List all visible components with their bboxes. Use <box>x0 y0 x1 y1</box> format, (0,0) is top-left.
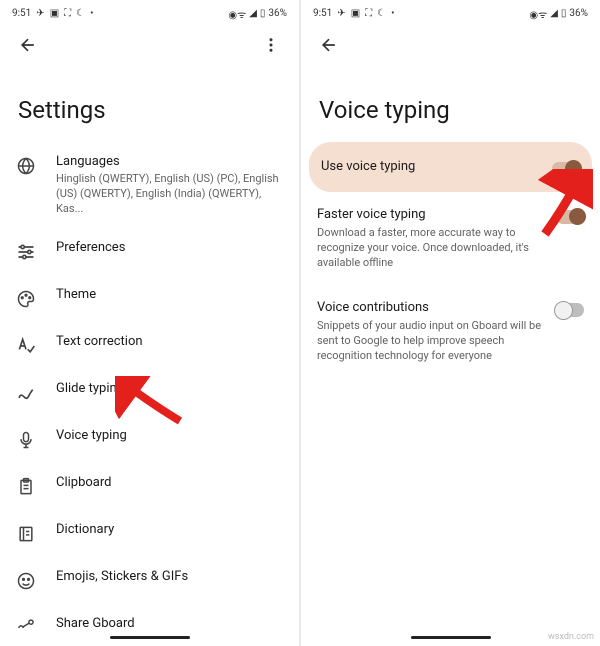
setting-title: Emojis, Stickers & GIFs <box>56 568 285 586</box>
battery-icon: ▯ <box>260 8 266 19</box>
wifi-icon: ◉ᯤ <box>228 7 246 21</box>
watermark: wsxdn.com <box>548 632 594 642</box>
setting-title: Glide typing <box>56 380 285 398</box>
nav-pill[interactable] <box>411 636 491 639</box>
setting-title: Dictionary <box>56 521 285 539</box>
gesture-icon <box>14 381 38 405</box>
settings-list: Languages Hinglish (QWERTY), English (US… <box>0 142 299 628</box>
telegram-icon: ✈ <box>337 8 345 19</box>
setting-title: Voice typing <box>56 427 285 445</box>
palette-icon <box>14 287 38 311</box>
status-app-icon2: ⛶ <box>64 8 71 19</box>
vt-sub: Download a faster, more accurate way to … <box>317 226 546 271</box>
status-bar: 9:51 ✈ ▣ ⛶ ☾ • ◉ᯤ ◢ ▯ 36% <box>0 0 299 22</box>
status-app-icon: ▣ <box>50 8 59 19</box>
setting-glide-typing[interactable]: Glide typing <box>0 369 299 416</box>
left-screen: 9:51 ✈ ▣ ⛶ ☾ • ◉ᯤ ◢ ▯ 36% Settings Langu… <box>0 0 299 646</box>
battery-text: 36% <box>569 8 588 19</box>
setting-dictionary[interactable]: Dictionary <box>0 510 299 557</box>
status-time: 9:51 <box>12 8 31 19</box>
battery-icon: ▯ <box>561 8 567 19</box>
vt-sub: Snippets of your audio input on Gboard w… <box>317 319 546 364</box>
dictionary-icon <box>14 522 38 546</box>
setting-title: Languages <box>56 153 285 171</box>
setting-faster-voice-typing[interactable]: Faster voice typing Download a faster, m… <box>301 192 600 285</box>
page-title: Settings <box>0 68 299 142</box>
tune-icon <box>14 240 38 264</box>
setting-clipboard[interactable]: Clipboard <box>0 463 299 510</box>
nav-pill[interactable] <box>110 636 190 639</box>
vt-title: Faster voice typing <box>317 206 546 224</box>
status-time: 9:51 <box>313 8 332 19</box>
moon-icon: ☾ <box>377 8 386 19</box>
arrow-back-icon <box>319 35 339 55</box>
status-app-icon: ▣ <box>351 8 360 19</box>
vt-title: Use voice typing <box>321 158 542 176</box>
mic-icon <box>14 428 38 452</box>
telegram-icon: ✈ <box>36 8 44 19</box>
vt-title: Voice contributions <box>317 299 546 317</box>
setting-preferences[interactable]: Preferences <box>0 228 299 275</box>
setting-title: Share Gboard <box>56 615 285 628</box>
toggle-voice-contributions[interactable] <box>556 303 584 317</box>
spellcheck-icon <box>14 334 38 358</box>
status-app-icon2: ⛶ <box>365 8 372 19</box>
setting-languages[interactable]: Languages Hinglish (QWERTY), English (US… <box>0 142 299 228</box>
nav-bar <box>0 628 299 646</box>
setting-sub: Hinglish (QWERTY), English (US) (PC), En… <box>56 172 285 217</box>
back-button[interactable] <box>311 27 347 63</box>
toolbar <box>0 22 299 68</box>
setting-emojis[interactable]: Emojis, Stickers & GIFs <box>0 557 299 604</box>
globe-icon <box>14 154 38 178</box>
emoji-icon <box>14 569 38 593</box>
voice-typing-list: Use voice typing Faster voice typing Dow… <box>301 142 600 628</box>
more-vert-icon <box>262 36 280 54</box>
dot-icon: • <box>90 8 93 19</box>
toggle-faster-voice-typing[interactable] <box>556 210 584 224</box>
setting-use-voice-typing[interactable]: Use voice typing <box>309 142 592 192</box>
setting-title: Clipboard <box>56 474 285 492</box>
setting-voice-typing[interactable]: Voice typing <box>0 416 299 463</box>
signal-icon: ◢ <box>249 8 257 19</box>
share-icon <box>14 616 38 628</box>
setting-theme[interactable]: Theme <box>0 275 299 322</box>
setting-title: Text correction <box>56 333 285 351</box>
setting-text-correction[interactable]: Text correction <box>0 322 299 369</box>
setting-title: Theme <box>56 286 285 304</box>
signal-icon: ◢ <box>550 8 558 19</box>
clipboard-icon <box>14 475 38 499</box>
page-title: Voice typing <box>301 68 600 142</box>
arrow-back-icon <box>18 35 38 55</box>
status-bar: 9:51 ✈ ▣ ⛶ ☾ • ◉ᯤ ◢ ▯ 36% <box>301 0 600 22</box>
toggle-use-voice-typing[interactable] <box>552 162 580 176</box>
more-button[interactable] <box>253 27 289 63</box>
right-screen: 9:51 ✈ ▣ ⛶ ☾ • ◉ᯤ ◢ ▯ 36% Voice typing U… <box>301 0 600 646</box>
battery-text: 36% <box>268 8 287 19</box>
dot-icon: • <box>391 8 394 19</box>
toolbar <box>301 22 600 68</box>
wifi-icon: ◉ᯤ <box>529 7 547 21</box>
setting-share-gboard[interactable]: Share Gboard <box>0 604 299 628</box>
back-button[interactable] <box>10 27 46 63</box>
setting-voice-contributions[interactable]: Voice contributions Snippets of your aud… <box>301 285 600 378</box>
moon-icon: ☾ <box>76 8 85 19</box>
setting-title: Preferences <box>56 239 285 257</box>
